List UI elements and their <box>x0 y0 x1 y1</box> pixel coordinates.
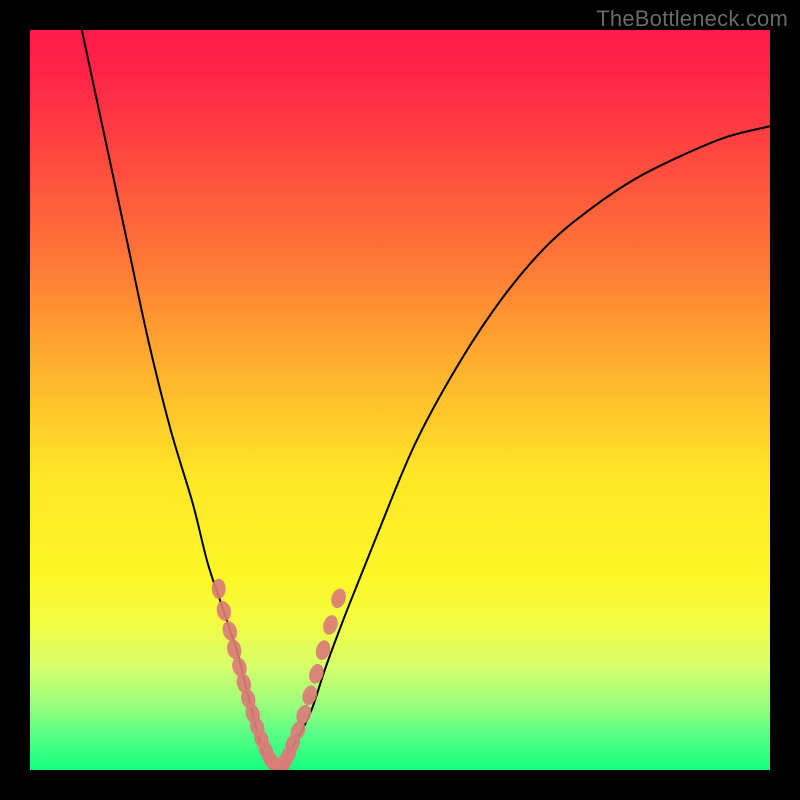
highlight-marker <box>307 662 326 685</box>
highlight-markers <box>212 579 348 770</box>
bottleneck-curve-path <box>82 30 770 770</box>
highlight-marker <box>329 587 348 610</box>
highlight-marker <box>321 613 340 636</box>
highlight-marker <box>225 638 243 661</box>
highlight-marker <box>212 579 226 599</box>
chart-frame <box>30 30 770 770</box>
watermark-text: TheBottleneck.com <box>596 6 788 32</box>
highlight-marker <box>215 600 233 623</box>
chart-plot <box>30 30 770 770</box>
highlight-marker <box>300 684 319 707</box>
bottleneck-curve <box>82 30 770 770</box>
highlight-marker <box>220 619 239 642</box>
